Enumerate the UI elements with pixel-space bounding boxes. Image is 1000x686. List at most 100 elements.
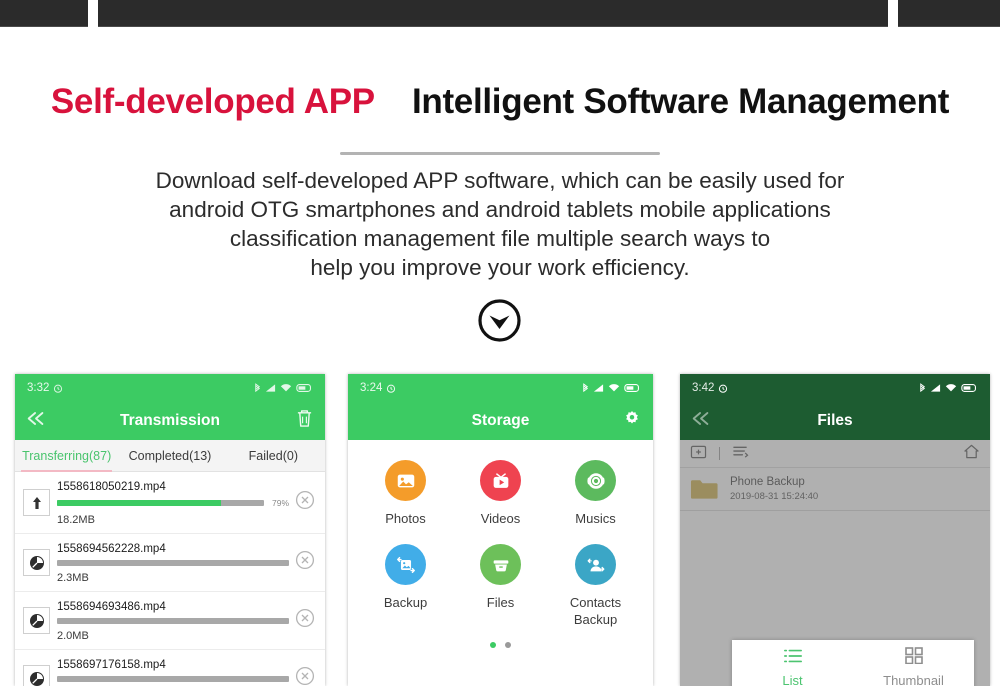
status-bar-right: [582, 383, 641, 394]
pager-dot-inactive[interactable]: [505, 642, 511, 648]
storage-item-label: Photos: [385, 510, 425, 527]
app-bar: Storage: [348, 402, 653, 440]
app-bar-title: Transmission: [120, 412, 220, 430]
description-line-3: classification management file multiple …: [50, 224, 950, 253]
tab-transferring[interactable]: Transferring(87): [15, 440, 118, 471]
storage-item-contacts-backup[interactable]: Contacts Backup: [548, 544, 643, 628]
title-divider: [340, 152, 660, 155]
tv-video-icon: [480, 460, 521, 501]
phone-screenshot-files: 3:42 Files: [680, 374, 990, 686]
tab-transferring-label: Transferring(87): [22, 449, 111, 463]
alarm-icon: [53, 383, 63, 393]
status-bar-right: [919, 383, 978, 394]
alarm-icon: [718, 383, 728, 393]
storage-item-label: Videos: [481, 510, 521, 527]
view-mode-popup: List Thumbnail: [732, 640, 974, 686]
progress-bar: [57, 676, 289, 682]
backup-sync-icon: [385, 544, 426, 585]
contacts-backup-icon: [575, 544, 616, 585]
status-time: 3:24: [360, 382, 382, 394]
top-strip-segment-center: [98, 0, 888, 27]
status-bar-left: 3:24: [360, 382, 396, 394]
description-line-2: android OTG smartphones and android tabl…: [50, 195, 950, 224]
bluetooth-icon: [919, 383, 926, 394]
pending-clock-icon: [23, 665, 50, 686]
battery-icon: [296, 383, 313, 393]
view-option-thumbnail[interactable]: Thumbnail: [853, 640, 974, 686]
status-time: 3:42: [692, 382, 714, 394]
storage-item-backup[interactable]: Backup: [358, 544, 453, 628]
chevron-down-circle-icon: [477, 298, 522, 343]
file-name: 1558618050219.mp4: [57, 481, 166, 493]
alarm-icon: [386, 383, 396, 393]
tab-completed-label: Completed(13): [129, 449, 212, 463]
pager-dots: [348, 642, 653, 648]
top-dark-strip: [0, 0, 1000, 28]
battery-icon: [961, 383, 978, 393]
transfer-tabs: Transferring(87) Completed(13) Failed(0): [15, 440, 325, 472]
phone-screenshot-transmission: 3:32 Transmission Transfe: [15, 374, 325, 686]
view-option-label: List: [782, 673, 802, 686]
storage-item-files[interactable]: Files: [453, 544, 548, 628]
battery-icon: [624, 383, 641, 393]
storage-item-label: Contacts Backup: [548, 594, 643, 628]
view-option-list[interactable]: List: [732, 640, 853, 686]
pending-clock-icon: [23, 607, 50, 634]
status-bar: 3:24: [348, 374, 653, 402]
trash-icon[interactable]: [296, 409, 313, 433]
pager-dot-active[interactable]: [490, 642, 496, 648]
gear-icon[interactable]: [623, 410, 641, 433]
table-row[interactable]: 1558618050219.mp4 79% 18.2MB: [15, 472, 325, 534]
photo-icon: [385, 460, 426, 501]
table-row[interactable]: 1558694693486.mp4 2.0MB: [15, 592, 325, 650]
storage-item-label: Backup: [384, 594, 427, 611]
pending-clock-icon: [23, 549, 50, 576]
status-bar: 3:32: [15, 374, 325, 402]
signal-icon: [593, 383, 604, 393]
top-strip-segment-left: [0, 0, 88, 27]
phone-screenshot-storage: 3:24 Storage: [348, 374, 653, 686]
app-bar: Files: [680, 402, 990, 440]
wifi-icon: [945, 383, 957, 393]
table-row[interactable]: 1558694562228.mp4 2.3MB: [15, 534, 325, 592]
storage-item-musics[interactable]: Musics: [548, 460, 643, 527]
signal-icon: [265, 383, 276, 393]
status-bar-left: 3:42: [692, 382, 728, 394]
signal-icon: [930, 383, 941, 393]
tab-completed[interactable]: Completed(13): [118, 440, 221, 471]
table-row[interactable]: 1558697176158.mp4 2.3MB: [15, 650, 325, 686]
cancel-circle-icon[interactable]: [295, 666, 317, 686]
progress-percent: 79%: [269, 498, 289, 508]
storage-item-photos[interactable]: Photos: [358, 460, 453, 527]
transfer-file-list: 1558618050219.mp4 79% 18.2MB 15586945622…: [15, 472, 325, 686]
files-body: Phone Backup 2019-08-31 15:24:40 List Th…: [680, 440, 990, 686]
storage-item-label: Files: [487, 594, 514, 611]
status-time: 3:32: [27, 382, 49, 394]
app-bar-title: Storage: [472, 412, 530, 430]
progress-bar: [57, 618, 289, 624]
double-chevron-left-icon[interactable]: [690, 411, 712, 432]
file-name: 1558694562228.mp4: [57, 543, 166, 555]
file-size: 18.2MB: [57, 514, 95, 526]
cancel-circle-icon[interactable]: [295, 490, 317, 515]
page-title: Self-developed APP Intelligent Software …: [0, 82, 1000, 122]
page-description: Download self-developed APP software, wh…: [50, 166, 950, 282]
top-strip-segment-right: [898, 0, 1000, 27]
double-chevron-left-icon[interactable]: [25, 411, 47, 432]
list-view-icon: [783, 648, 803, 669]
file-name: 1558697176158.mp4: [57, 659, 166, 671]
cancel-circle-icon[interactable]: [295, 608, 317, 633]
description-line-4: help you improve your work efficiency.: [50, 253, 950, 282]
storage-item-videos[interactable]: Videos: [453, 460, 548, 527]
page-title-rest: Intelligent Software Management: [412, 82, 949, 121]
app-bar-title: Files: [817, 412, 852, 430]
wifi-icon: [608, 383, 620, 393]
file-name: 1558694693486.mp4: [57, 601, 166, 613]
tab-failed[interactable]: Failed(0): [222, 440, 325, 471]
cancel-circle-icon[interactable]: [295, 550, 317, 575]
storage-app-grid: Photos Videos Musics Backup: [348, 440, 653, 628]
progress-bar: [57, 500, 264, 506]
view-option-label: Thumbnail: [883, 673, 944, 686]
page-root: Self-developed APP Intelligent Software …: [0, 0, 1000, 686]
upload-arrow-icon: [23, 489, 50, 516]
